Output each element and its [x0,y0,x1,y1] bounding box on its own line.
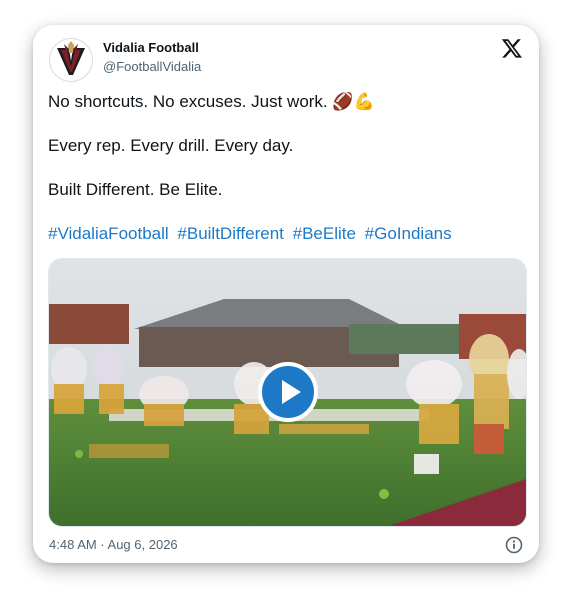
post-line: Every rep. Every drill. Every day. [48,136,294,155]
hashtag-link[interactable]: #VidaliaFootball [48,224,169,243]
info-icon[interactable] [505,536,523,554]
avatar[interactable] [49,38,93,82]
timestamp[interactable]: 4:48 AM · Aug 6, 2026 [49,535,523,555]
hashtag-link[interactable]: #BuiltDifferent [177,224,283,243]
post-text: No shortcuts. No excuses. Just work. 🏈💪 … [48,91,524,245]
play-icon [282,380,301,404]
hashtag-link[interactable]: #BeElite [293,224,356,243]
account-handle[interactable]: @FootballVidalia [103,57,201,77]
post-line: Built Different. Be Elite. [48,180,223,199]
video-media[interactable] [48,258,527,527]
play-button[interactable] [258,362,318,422]
post-card: Vidalia Football @FootballVidalia No sho… [33,25,539,563]
account-names: Vidalia Football @FootballVidalia [103,39,201,77]
post-line: No shortcuts. No excuses. Just work. 🏈💪 [48,92,375,111]
hashtag-link[interactable]: #GoIndians [365,224,452,243]
hashtag-list: #VidaliaFootball #BuiltDifferent #BeElit… [48,223,524,245]
vidalia-v-logo-icon [57,41,85,75]
display-name[interactable]: Vidalia Football [103,39,201,57]
post-header: Vidalia Football @FootballVidalia [49,37,523,87]
x-logo-icon[interactable] [501,37,523,59]
post-footer: 4:48 AM · Aug 6, 2026 [49,535,523,555]
